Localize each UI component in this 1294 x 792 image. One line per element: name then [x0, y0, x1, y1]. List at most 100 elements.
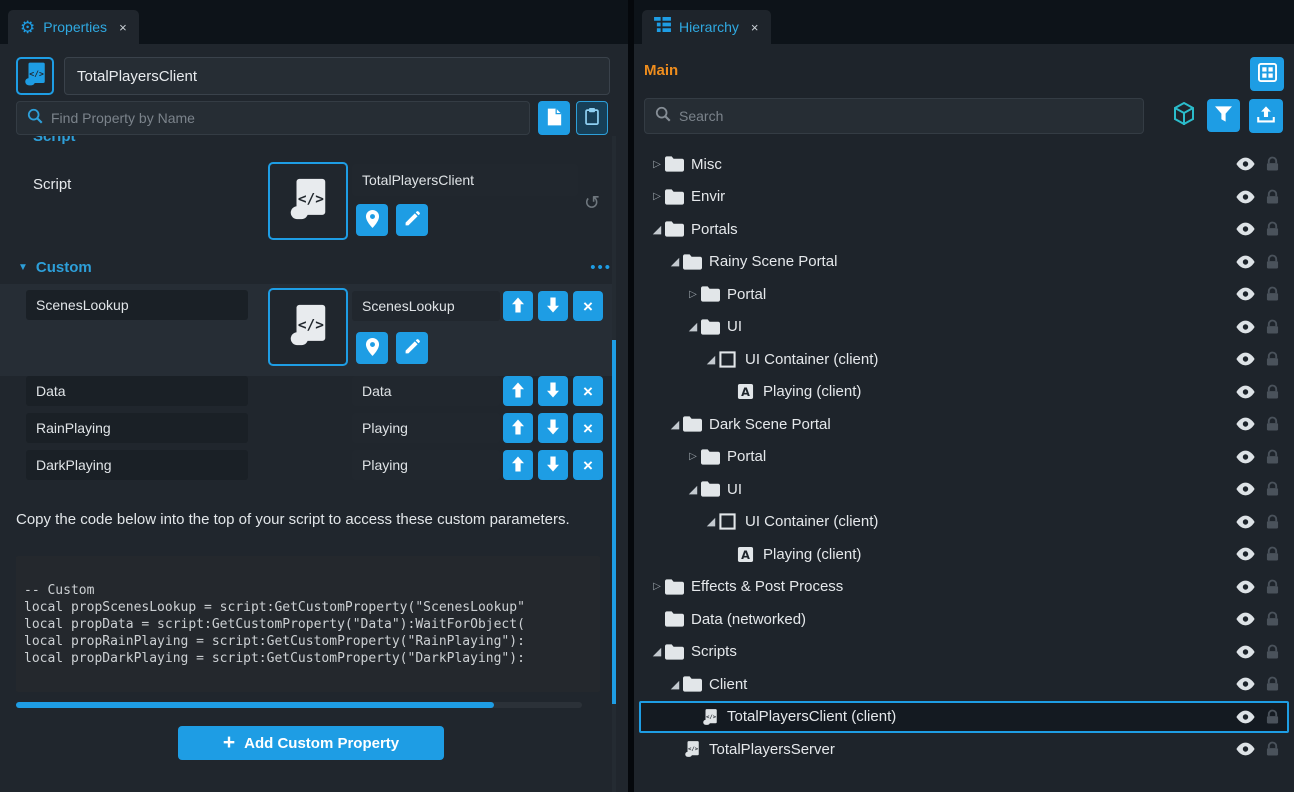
visibility-eye-icon[interactable] — [1236, 743, 1255, 756]
copy-properties-button[interactable] — [538, 101, 570, 135]
script-value-field[interactable]: TotalPlayersClient — [352, 164, 578, 196]
lock-icon[interactable] — [1266, 612, 1279, 627]
tree-item-envir[interactable]: ▷Envir — [639, 181, 1289, 214]
expand-arrow-expanded-icon[interactable]: ◢ — [703, 515, 719, 528]
visibility-eye-icon[interactable] — [1236, 613, 1255, 626]
lock-icon[interactable] — [1266, 579, 1279, 594]
tree-item-client[interactable]: ◢Client — [639, 668, 1289, 701]
delete-property-button[interactable]: × — [573, 376, 603, 406]
script-asset-slot[interactable]: </> — [268, 162, 348, 240]
custom-property-name-field[interactable]: RainPlaying — [26, 413, 248, 443]
visibility-eye-icon[interactable] — [1236, 450, 1255, 463]
move-up-button[interactable] — [503, 450, 533, 480]
visibility-eye-icon[interactable] — [1236, 223, 1255, 236]
delete-property-button[interactable]: × — [573, 450, 603, 480]
custom-property-value-field[interactable]: Data — [352, 376, 500, 406]
paste-properties-button[interactable] — [576, 101, 608, 135]
move-up-button[interactable] — [503, 291, 533, 321]
filter-button[interactable] — [1207, 99, 1240, 132]
custom-property-name-field[interactable]: DarkPlaying — [26, 450, 248, 480]
lock-icon[interactable] — [1266, 644, 1279, 659]
tree-item-effects-post-process[interactable]: ▷Effects & Post Process — [639, 571, 1289, 604]
tree-item-dark-scene-portal[interactable]: ◢Dark Scene Portal — [639, 408, 1289, 441]
visibility-eye-icon[interactable] — [1236, 483, 1255, 496]
visibility-eye-icon[interactable] — [1236, 288, 1255, 301]
tree-item-ui-container-client[interactable]: ◢UI Container (client) — [639, 506, 1289, 539]
property-search-input[interactable] — [51, 110, 519, 126]
tree-item-totalplayersserver[interactable]: </>TotalPlayersServer — [639, 733, 1289, 766]
lock-icon[interactable] — [1266, 709, 1279, 724]
lock-icon[interactable] — [1266, 189, 1279, 204]
upload-button[interactable] — [1249, 99, 1283, 133]
move-down-button[interactable] — [538, 413, 568, 443]
tree-item-misc[interactable]: ▷Misc — [639, 148, 1289, 181]
custom-property-name-field[interactable]: ScenesLookup — [26, 290, 248, 320]
script-name-input[interactable] — [64, 57, 610, 95]
lock-icon[interactable] — [1266, 254, 1279, 269]
move-down-button[interactable] — [538, 291, 568, 321]
section-menu-dots-icon[interactable]: ••• — [590, 259, 612, 276]
tree-item-ui[interactable]: ◢UI — [639, 311, 1289, 344]
lock-icon[interactable] — [1266, 287, 1279, 302]
visibility-eye-icon[interactable] — [1236, 255, 1255, 268]
visibility-eye-icon[interactable] — [1236, 385, 1255, 398]
close-icon[interactable]: × — [119, 20, 127, 35]
vertical-scrollbar-thumb[interactable] — [612, 340, 616, 704]
expand-arrow-expanded-icon[interactable]: ◢ — [685, 483, 701, 496]
delete-property-button[interactable]: × — [573, 291, 603, 321]
lock-icon[interactable] — [1266, 677, 1279, 692]
expand-arrow-expanded-icon[interactable]: ◢ — [667, 678, 683, 691]
tree-item-rainy-scene-portal[interactable]: ◢Rainy Scene Portal — [639, 246, 1289, 279]
expand-arrow-collapsed-icon[interactable]: ▷ — [649, 581, 665, 592]
tree-item-portal[interactable]: ▷Portal — [639, 441, 1289, 474]
tree-item-scripts[interactable]: ◢Scripts — [639, 636, 1289, 669]
expand-arrow-expanded-icon[interactable]: ◢ — [649, 645, 665, 658]
tree-item-playing-client[interactable]: APlaying (client) — [639, 376, 1289, 409]
edit-script-button[interactable] — [396, 332, 428, 364]
lock-icon[interactable] — [1266, 157, 1279, 172]
tab-hierarchy[interactable]: Hierarchy × — [642, 10, 771, 44]
tree-item-totalplayersclient-client[interactable]: </>TotalPlayersClient (client) — [639, 701, 1289, 734]
custom-property-name-field[interactable]: Data — [26, 376, 248, 406]
visibility-eye-icon[interactable] — [1236, 353, 1255, 366]
horizontal-scrollbar[interactable] — [16, 702, 582, 708]
expand-arrow-collapsed-icon[interactable]: ▷ — [649, 159, 665, 170]
custom-property-value-field[interactable]: ScenesLookup — [352, 291, 500, 321]
tree-item-ui[interactable]: ◢UI — [639, 473, 1289, 506]
lock-icon[interactable] — [1266, 319, 1279, 334]
lock-icon[interactable] — [1266, 547, 1279, 562]
hierarchy-search-input[interactable] — [679, 108, 1133, 124]
visibility-eye-icon[interactable] — [1236, 418, 1255, 431]
reset-property-icon[interactable]: ↺ — [584, 192, 600, 215]
visibility-eye-icon[interactable] — [1236, 158, 1255, 171]
add-custom-property-button[interactable]: + Add Custom Property — [178, 726, 444, 760]
expand-arrow-expanded-icon[interactable]: ◢ — [667, 418, 683, 431]
expand-arrow-collapsed-icon[interactable]: ▷ — [649, 191, 665, 202]
tab-properties[interactable]: ⚙ Properties × — [8, 10, 139, 44]
lock-icon[interactable] — [1266, 742, 1279, 757]
custom-section-header[interactable]: ▼ Custom ••• — [0, 254, 612, 280]
expand-arrow-expanded-icon[interactable]: ◢ — [685, 320, 701, 333]
tree-item-portal[interactable]: ▷Portal — [639, 278, 1289, 311]
close-icon[interactable]: × — [751, 20, 759, 35]
visibility-eye-icon[interactable] — [1236, 678, 1255, 691]
expand-arrow-expanded-icon[interactable]: ◢ — [667, 255, 683, 268]
tree-item-portals[interactable]: ◢Portals — [639, 213, 1289, 246]
visibility-eye-icon[interactable] — [1236, 645, 1255, 658]
custom-property-value-field[interactable]: Playing — [352, 413, 500, 443]
expand-arrow-collapsed-icon[interactable]: ▷ — [685, 289, 701, 300]
lock-icon[interactable] — [1266, 514, 1279, 529]
delete-property-button[interactable]: × — [573, 413, 603, 443]
move-up-button[interactable] — [503, 376, 533, 406]
visibility-eye-icon[interactable] — [1236, 320, 1255, 333]
horizontal-scrollbar-thumb[interactable] — [16, 702, 494, 708]
expand-arrow-collapsed-icon[interactable]: ▷ — [685, 451, 701, 462]
lock-icon[interactable] — [1266, 384, 1279, 399]
visibility-eye-icon[interactable] — [1236, 710, 1255, 723]
find-in-hierarchy-button[interactable] — [356, 332, 388, 364]
collapse-caret-icon[interactable]: ▼ — [18, 262, 28, 273]
lock-icon[interactable] — [1266, 352, 1279, 367]
visibility-eye-icon[interactable] — [1236, 580, 1255, 593]
script-asset-slot[interactable]: </> — [268, 288, 348, 366]
scenes-button[interactable] — [1250, 57, 1284, 91]
